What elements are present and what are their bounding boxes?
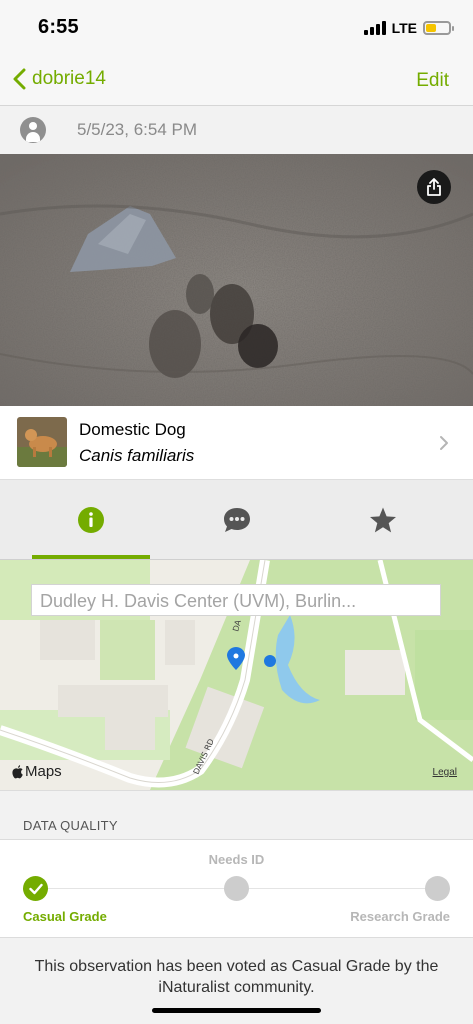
cellular-signal-icon xyxy=(363,21,386,35)
observation-tabs xyxy=(0,480,473,560)
taxon-scientific-name: Canis familiaris xyxy=(79,446,195,465)
back-button-label: dobrie14 xyxy=(32,68,106,89)
user-location-dot xyxy=(264,655,276,667)
network-type: LTE xyxy=(391,20,417,36)
taxon-row[interactable]: Domestic Dog Canis familiaris xyxy=(0,406,473,480)
taxon-common-name: Domestic Dog xyxy=(79,420,186,439)
data-quality-title: DATA QUALITY xyxy=(23,818,118,833)
battery-level xyxy=(426,24,436,32)
chevron-right-icon xyxy=(440,436,448,450)
casual-grade-label: Casual Grade xyxy=(23,909,107,924)
active-tab-indicator xyxy=(32,555,150,559)
back-button[interactable]: dobrie14 xyxy=(12,68,106,90)
research-grade-label: Research Grade xyxy=(350,909,450,924)
star-icon xyxy=(370,507,396,533)
user-avatar-icon[interactable] xyxy=(20,117,46,143)
edit-button[interactable]: Edit xyxy=(416,70,449,92)
apple-maps-logo: Maps xyxy=(11,763,62,780)
tab-activity[interactable] xyxy=(158,480,316,560)
status-time: 6:55 xyxy=(38,16,79,38)
observation-meta-row: 5/5/23, 6:54 PM xyxy=(0,106,473,154)
chevron-left-icon xyxy=(13,68,26,90)
observation-photo[interactable] xyxy=(0,154,473,406)
battery-icon xyxy=(423,21,454,35)
share-icon xyxy=(427,178,441,196)
maps-logo-text: Maps xyxy=(25,763,62,780)
tab-favorites[interactable] xyxy=(304,480,462,560)
home-indicator[interactable] xyxy=(152,1008,321,1013)
map-location-field[interactable]: Dudley H. Davis Center (UVM), Burlin... xyxy=(31,584,441,616)
chat-bubble-icon xyxy=(224,508,250,532)
apple-logo-icon xyxy=(12,765,23,779)
needs-id-dot xyxy=(224,876,249,901)
share-button[interactable] xyxy=(417,170,451,204)
status-indicators: LTE xyxy=(363,20,454,36)
paw-print-photo xyxy=(0,154,473,406)
needs-id-label: Needs ID xyxy=(208,852,265,867)
data-quality-header: DATA QUALITY xyxy=(0,790,473,840)
taxon-thumbnail xyxy=(17,417,67,467)
casual-grade-check-icon xyxy=(23,876,48,901)
quality-grade-section: Needs ID Casual Grade Research Grade xyxy=(0,840,473,938)
observation-date: 5/5/23, 6:54 PM xyxy=(77,120,198,139)
info-icon xyxy=(78,507,104,533)
status-bar: 6:55 LTE xyxy=(0,0,473,56)
observation-map[interactable]: DAVIS RD DA Dudley H. Davis Center (UVM)… xyxy=(0,560,473,790)
research-grade-dot xyxy=(425,876,450,901)
navigation-bar: dobrie14 Edit xyxy=(0,56,473,106)
community-vote-text: This observation has been voted as Casua… xyxy=(34,958,439,996)
tab-info[interactable] xyxy=(12,480,170,560)
legal-link[interactable]: Legal xyxy=(433,767,457,778)
